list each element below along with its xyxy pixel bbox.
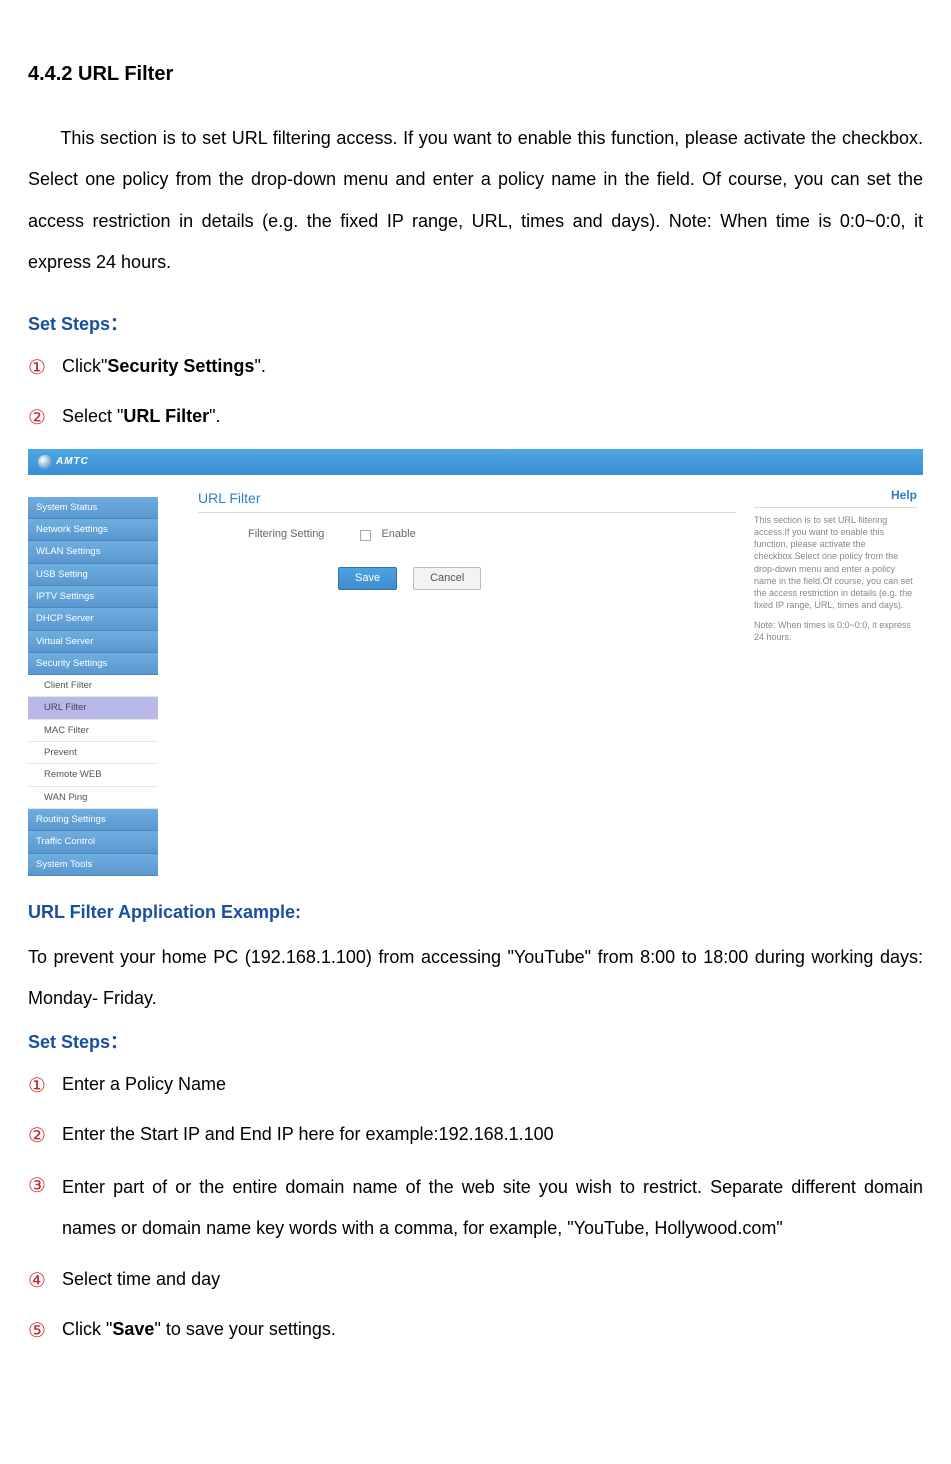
set-steps-heading-bottom: Set Steps： xyxy=(28,1030,923,1055)
router-admin-screenshot: AMTC System Status Network Settings WLAN… xyxy=(28,449,923,876)
step-2-post: ". xyxy=(209,406,220,426)
save-button[interactable]: Save xyxy=(338,567,397,590)
sidebar-item-dhcp-server[interactable]: DHCP Server xyxy=(28,608,158,630)
help-title: Help xyxy=(754,487,917,508)
main-panel: URL Filter Filtering Setting Enable Save… xyxy=(158,475,748,876)
filtering-setting-row: Filtering Setting Enable xyxy=(248,527,736,542)
sidebar: System Status Network Settings WLAN Sett… xyxy=(28,497,158,876)
sidebar-subitem-url-filter[interactable]: URL Filter xyxy=(28,697,158,719)
sidebar-item-routing-settings[interactable]: Routing Settings xyxy=(28,809,158,831)
circle-2b-icon: ② xyxy=(28,1117,62,1155)
sidebar-item-security-settings[interactable]: Security Settings xyxy=(28,653,158,675)
sidebar-subitem-prevent[interactable]: Prevent xyxy=(28,742,158,764)
logo-orb-icon xyxy=(38,455,52,469)
step-2-bottom: ② Enter the Start IP and End IP here for… xyxy=(28,1117,923,1155)
help-panel: Help This section is to set URL filterin… xyxy=(748,475,923,876)
example-heading: URL Filter Application Example: xyxy=(28,900,923,925)
example-body: To prevent your home PC (192.168.1.100) … xyxy=(28,937,923,1020)
section-heading: 4.4.2 URL Filter xyxy=(28,60,923,88)
circle-3b-icon: ③ xyxy=(28,1167,62,1205)
filtering-setting-label: Filtering Setting xyxy=(248,527,324,542)
sidebar-item-usb-setting[interactable]: USB Setting xyxy=(28,564,158,586)
circle-1-icon: ① xyxy=(28,349,62,387)
step-5-bottom-text: Click "Save" to save your settings. xyxy=(62,1312,923,1346)
set-steps-heading-top: Set Steps： xyxy=(28,312,923,337)
logo: AMTC xyxy=(38,455,89,469)
intro-paragraph: This section is to set URL filtering acc… xyxy=(28,118,923,284)
help-note: Note: When times is 0:0~0:0, it express … xyxy=(754,619,917,643)
circle-4b-icon: ④ xyxy=(28,1262,62,1300)
sidebar-item-wlan-settings[interactable]: WLAN Settings xyxy=(28,541,158,563)
step-2-pre: Select " xyxy=(62,406,123,426)
step-3-bottom: ③ Enter part of or the entire domain nam… xyxy=(28,1167,923,1250)
sidebar-item-iptv-settings[interactable]: IPTV Settings xyxy=(28,586,158,608)
sidebar-item-network-settings[interactable]: Network Settings xyxy=(28,519,158,541)
circle-1b-icon: ① xyxy=(28,1067,62,1105)
topbar: AMTC xyxy=(28,449,923,475)
step-1-bottom-text: Enter a Policy Name xyxy=(62,1067,923,1101)
step-2-bold: URL Filter xyxy=(123,406,209,426)
sidebar-item-virtual-server[interactable]: Virtual Server xyxy=(28,631,158,653)
step-5-bottom: ⑤ Click "Save" to save your settings. xyxy=(28,1312,923,1350)
step-1-bottom: ① Enter a Policy Name xyxy=(28,1067,923,1105)
sidebar-subitem-wan-ping[interactable]: WAN Ping xyxy=(28,787,158,809)
step-2-bottom-text: Enter the Start IP and End IP here for e… xyxy=(62,1117,923,1151)
main-panel-title: URL Filter xyxy=(198,489,736,514)
sidebar-item-system-status[interactable]: System Status xyxy=(28,497,158,519)
step-1-bold: Security Settings xyxy=(107,356,254,376)
step-3-bottom-text: Enter part of or the entire domain name … xyxy=(62,1167,923,1250)
sidebar-item-system-tools[interactable]: System Tools xyxy=(28,854,158,876)
sidebar-subitem-mac-filter[interactable]: MAC Filter xyxy=(28,720,158,742)
step-1-top-text: Click"Security Settings". xyxy=(62,349,923,383)
help-body: This section is to set URL filtering acc… xyxy=(754,514,917,611)
step-2-top: ② Select "URL Filter". xyxy=(28,399,923,437)
step-4-bottom: ④ Select time and day xyxy=(28,1262,923,1300)
cancel-button[interactable]: Cancel xyxy=(413,567,481,590)
sidebar-item-traffic-control[interactable]: Traffic Control xyxy=(28,831,158,853)
sidebar-subitem-client-filter[interactable]: Client Filter xyxy=(28,675,158,697)
step-5-post: " to save your settings. xyxy=(154,1319,335,1339)
step-4-bottom-text: Select time and day xyxy=(62,1262,923,1296)
step-1-post: ". xyxy=(254,356,265,376)
step-1-top: ① Click"Security Settings". xyxy=(28,349,923,387)
enable-checkbox[interactable] xyxy=(360,530,371,541)
logo-text: AMTC xyxy=(56,455,89,469)
step-5-bold: Save xyxy=(112,1319,154,1339)
enable-label: Enable xyxy=(381,527,415,542)
step-1-pre: Click" xyxy=(62,356,107,376)
step-5-pre: Click " xyxy=(62,1319,112,1339)
circle-2-icon: ② xyxy=(28,399,62,437)
step-2-top-text: Select "URL Filter". xyxy=(62,399,923,433)
sidebar-subitem-remote-web[interactable]: Remote WEB xyxy=(28,764,158,786)
circle-5b-icon: ⑤ xyxy=(28,1312,62,1350)
